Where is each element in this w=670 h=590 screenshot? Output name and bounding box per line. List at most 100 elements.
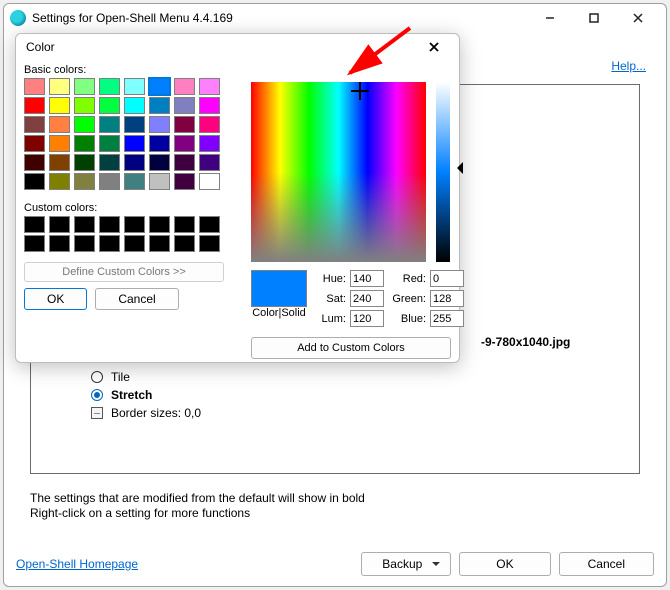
- basic-swatch[interactable]: [24, 116, 45, 133]
- custom-swatch[interactable]: [74, 235, 95, 252]
- basic-swatch[interactable]: [99, 78, 120, 95]
- basic-swatch[interactable]: [24, 97, 45, 114]
- dialog-close-button[interactable]: [419, 34, 449, 60]
- ok-button[interactable]: OK: [459, 552, 550, 576]
- custom-swatch[interactable]: [174, 235, 195, 252]
- basic-swatch[interactable]: [124, 173, 145, 190]
- basic-swatch[interactable]: [99, 154, 120, 171]
- basic-swatch[interactable]: [199, 173, 220, 190]
- basic-swatch[interactable]: [99, 135, 120, 152]
- basic-swatch[interactable]: [174, 116, 195, 133]
- custom-swatch[interactable]: [99, 216, 120, 233]
- basic-swatch[interactable]: [199, 135, 220, 152]
- define-custom-colors-button[interactable]: Define Custom Colors >>: [24, 262, 224, 282]
- basic-swatch[interactable]: [124, 135, 145, 152]
- basic-swatch[interactable]: [124, 97, 145, 114]
- basic-swatch[interactable]: [74, 116, 95, 133]
- basic-swatch[interactable]: [174, 135, 195, 152]
- custom-swatch[interactable]: [49, 216, 70, 233]
- minimize-button[interactable]: [528, 4, 572, 32]
- custom-swatch[interactable]: [149, 235, 170, 252]
- basic-swatch[interactable]: [49, 78, 70, 95]
- basic-swatch[interactable]: [174, 97, 195, 114]
- footnote-line: The settings that are modified from the …: [30, 491, 365, 506]
- options-group: Tile Stretch Border sizes: 0,0: [91, 368, 291, 422]
- hue-input[interactable]: [350, 270, 384, 287]
- basic-swatch[interactable]: [149, 154, 170, 171]
- hue-saturation-field[interactable]: [251, 82, 426, 262]
- maximize-button[interactable]: [572, 4, 616, 32]
- basic-swatch[interactable]: [174, 154, 195, 171]
- basic-swatch[interactable]: [149, 135, 170, 152]
- red-input[interactable]: [430, 270, 464, 287]
- basic-swatch[interactable]: [199, 97, 220, 114]
- basic-swatch[interactable]: [124, 116, 145, 133]
- basic-swatch[interactable]: [124, 78, 145, 95]
- dialog-cancel-button[interactable]: Cancel: [95, 288, 178, 310]
- basic-swatch[interactable]: [49, 97, 70, 114]
- homepage-link[interactable]: Open-Shell Homepage: [16, 557, 138, 571]
- custom-swatch[interactable]: [124, 216, 145, 233]
- basic-swatch[interactable]: [74, 78, 95, 95]
- blue-input[interactable]: [430, 310, 464, 327]
- basic-swatch[interactable]: [49, 116, 70, 133]
- sat-label: Sat:: [316, 293, 346, 305]
- basic-swatch[interactable]: [174, 173, 195, 190]
- basic-swatch[interactable]: [24, 154, 45, 171]
- option-tile[interactable]: Tile: [91, 368, 291, 386]
- basic-swatch[interactable]: [99, 116, 120, 133]
- custom-swatch[interactable]: [99, 235, 120, 252]
- help-link[interactable]: Help...: [611, 59, 646, 73]
- basic-swatch[interactable]: [99, 97, 120, 114]
- custom-swatch[interactable]: [174, 216, 195, 233]
- option-label: Border sizes: 0,0: [111, 406, 201, 420]
- custom-swatch[interactable]: [149, 216, 170, 233]
- cancel-button[interactable]: Cancel: [559, 552, 654, 576]
- blue-label: Blue:: [388, 313, 426, 325]
- luminance-bar[interactable]: [436, 82, 450, 262]
- option-border-sizes[interactable]: Border sizes: 0,0: [91, 404, 291, 422]
- lum-input[interactable]: [350, 310, 384, 327]
- color-solid-preview: Color|Solid: [251, 270, 307, 319]
- basic-swatch[interactable]: [199, 78, 220, 95]
- basic-swatch[interactable]: [174, 78, 195, 95]
- green-input[interactable]: [430, 290, 464, 307]
- sat-input[interactable]: [350, 290, 384, 307]
- backup-button[interactable]: Backup: [361, 552, 451, 576]
- color-preview-box: [251, 270, 307, 307]
- basic-swatch[interactable]: [24, 135, 45, 152]
- custom-swatch[interactable]: [199, 235, 220, 252]
- basic-swatch[interactable]: [24, 173, 45, 190]
- basic-swatch[interactable]: [74, 154, 95, 171]
- basic-swatch[interactable]: [49, 154, 70, 171]
- basic-swatch[interactable]: [149, 173, 170, 190]
- basic-swatch[interactable]: [99, 173, 120, 190]
- radio-icon: [91, 371, 103, 383]
- basic-swatch[interactable]: [149, 97, 170, 114]
- basic-swatch[interactable]: [49, 135, 70, 152]
- basic-swatch[interactable]: [149, 116, 170, 133]
- basic-swatch[interactable]: [199, 154, 220, 171]
- color-dialog: Color Basic colors: Custom colors: Defin…: [15, 33, 460, 363]
- custom-swatch[interactable]: [199, 216, 220, 233]
- custom-swatch[interactable]: [24, 216, 45, 233]
- basic-swatch[interactable]: [49, 173, 70, 190]
- custom-swatch[interactable]: [24, 235, 45, 252]
- dialog-ok-button[interactable]: OK: [24, 288, 87, 310]
- add-to-custom-button[interactable]: Add to Custom Colors: [251, 337, 451, 359]
- basic-swatch[interactable]: [199, 116, 220, 133]
- basic-swatch[interactable]: [149, 78, 170, 95]
- basic-swatch[interactable]: [74, 135, 95, 152]
- titlebar: Settings for Open-Shell Menu 4.4.169: [4, 4, 666, 32]
- custom-swatch[interactable]: [49, 235, 70, 252]
- custom-swatch[interactable]: [124, 235, 145, 252]
- basic-swatch[interactable]: [124, 154, 145, 171]
- basic-swatch[interactable]: [74, 173, 95, 190]
- crosshair-icon: [355, 86, 365, 96]
- app-icon: [10, 10, 26, 26]
- close-button[interactable]: [616, 4, 660, 32]
- basic-swatch[interactable]: [74, 97, 95, 114]
- basic-swatch[interactable]: [24, 78, 45, 95]
- custom-swatch[interactable]: [74, 216, 95, 233]
- option-stretch[interactable]: Stretch: [91, 386, 291, 404]
